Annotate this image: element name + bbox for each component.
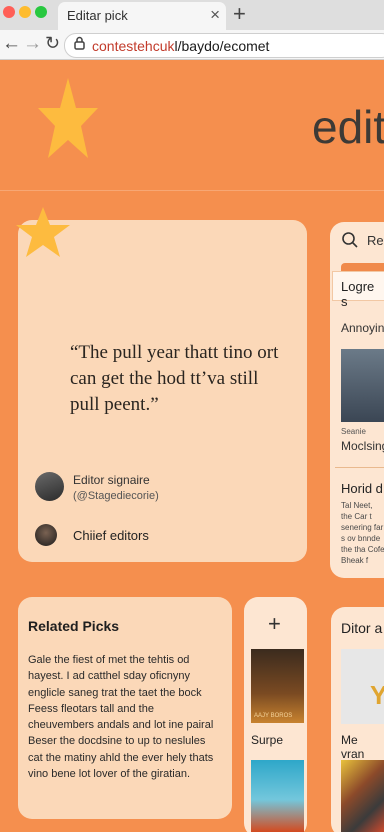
related-picks-title: Related Picks xyxy=(28,618,120,634)
url-path: l/baydo/ecomet xyxy=(174,38,270,54)
page-title: edit xyxy=(312,101,384,153)
person-photo[interactable] xyxy=(251,760,304,832)
photo-caption-small: Seanie xyxy=(341,427,366,436)
side-accent-bar xyxy=(341,263,384,271)
side-search-label[interactable]: Re xyxy=(367,233,384,248)
side-divider xyxy=(335,467,384,468)
window-minimize-button[interactable] xyxy=(19,6,31,18)
url-domain: contestehcuk xyxy=(92,38,175,54)
side-section-title: Horid d xyxy=(341,481,383,496)
tab-close-icon[interactable]: × xyxy=(210,5,220,25)
middle-label: Surpe xyxy=(251,733,284,747)
side-heading: Annoyin xyxy=(341,321,384,335)
hero-star-icon xyxy=(38,78,98,158)
signature-label: Editor signaire xyxy=(73,473,150,487)
browser-tab[interactable]: Editar pick × xyxy=(58,2,226,30)
window-close-button[interactable] xyxy=(3,6,15,18)
profile-photo[interactable] xyxy=(341,349,384,422)
corner-star-icon xyxy=(16,207,70,257)
right-column-title: Ditor a xyxy=(341,620,383,636)
lock-icon xyxy=(74,36,85,53)
editor-avatar xyxy=(35,472,64,501)
address-bar[interactable]: contestehcukl/baydo/ecomet xyxy=(64,33,384,58)
poster-title: AAJY BOROS xyxy=(254,713,293,719)
side-paragraph: Tal Neet, the Car t senering far s ov bn… xyxy=(341,501,384,565)
login-label[interactable]: Logre s xyxy=(341,279,384,309)
browser-tab-bar: Editar pick × + xyxy=(0,0,384,30)
search-icon[interactable] xyxy=(341,231,359,249)
add-icon[interactable]: + xyxy=(268,611,281,637)
right-panel-letter: Y xyxy=(370,680,384,710)
photo-caption: Moclsing xyxy=(341,439,384,453)
back-arrow-icon[interactable]: ← xyxy=(2,33,21,55)
new-tab-button[interactable]: + xyxy=(233,1,246,27)
window-zoom-button[interactable] xyxy=(35,6,47,18)
tab-title: Editar pick xyxy=(67,8,128,23)
forward-arrow-icon[interactable]: → xyxy=(23,33,42,55)
browser-toolbar: ← → ↻ contestehcukl/baydo/ecomet xyxy=(0,30,384,60)
related-picks-body: Gale the fiest of met the tehtis od haye… xyxy=(28,654,214,781)
hero-divider xyxy=(0,190,384,191)
chief-avatar xyxy=(35,524,57,546)
pull-quote: “The pull year thatt tino ort can get th… xyxy=(70,342,279,415)
url-text[interactable]: contestehcukl/baydo/ecomet xyxy=(92,38,269,54)
signature-handle[interactable]: (@Stagediecorie) xyxy=(73,490,159,502)
right-column-artwork[interactable] xyxy=(341,760,384,832)
reload-icon[interactable]: ↻ xyxy=(45,33,60,54)
chief-editors-link[interactable]: Chiief editors xyxy=(73,528,149,543)
movie-poster-image[interactable] xyxy=(251,649,304,723)
right-column-label: Me vran xyxy=(341,733,365,761)
